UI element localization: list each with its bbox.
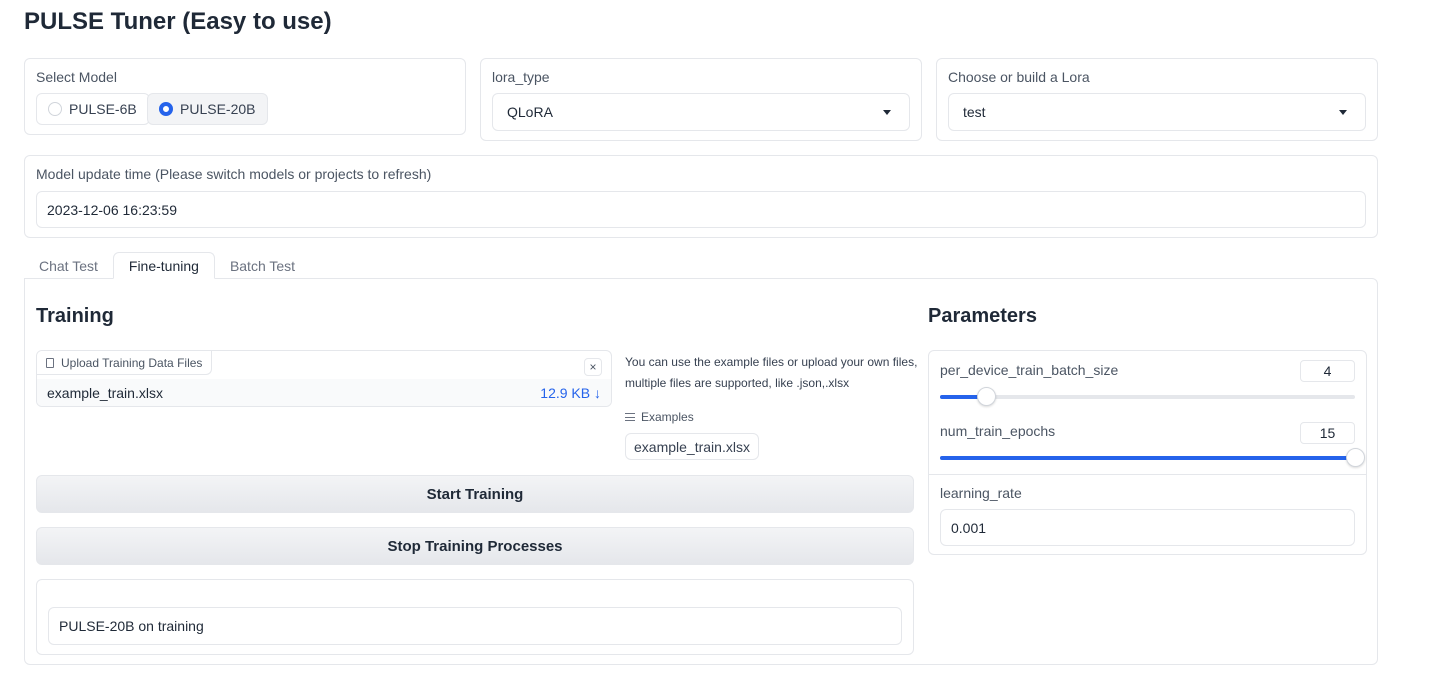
model-select-label: Select Model — [36, 69, 117, 85]
update-time-field[interactable]: 2023-12-06 16:23:59 — [36, 191, 1366, 228]
lora-choice-dropdown[interactable]: test — [948, 93, 1366, 131]
tab-chat-test[interactable]: Chat Test — [24, 252, 113, 279]
learning-rate-input[interactable]: 0.001 — [940, 509, 1355, 546]
learning-rate-label: learning_rate — [940, 485, 1022, 501]
radio-label: PULSE-20B — [180, 101, 256, 117]
epochs-label: num_train_epochs — [940, 423, 1056, 439]
tab-batch-test[interactable]: Batch Test — [215, 252, 310, 279]
caret-down-icon — [1339, 110, 1347, 115]
stop-training-button[interactable]: Stop Training Processes — [36, 527, 914, 565]
slider-fill — [940, 456, 1355, 460]
radio-label: PULSE-6B — [69, 101, 137, 117]
update-time-group: Model update time (Please switch models … — [24, 155, 1378, 238]
examples-label: Examples — [625, 410, 694, 424]
lora-type-value: QLoRA — [507, 104, 553, 120]
lora-type-dropdown[interactable]: QLoRA — [492, 93, 910, 131]
training-status-group: PULSE-20B on training — [36, 579, 914, 655]
lora-choice-label: Choose or build a Lora — [948, 69, 1090, 85]
radio-pulse-6b[interactable]: PULSE-6B — [36, 93, 150, 125]
uploaded-file-row: example_train.xlsx 12.9 KB ↓ — [37, 379, 611, 406]
upload-info-text: You can use the example files or upload … — [625, 355, 918, 390]
uploaded-file-size-download-link[interactable]: 12.9 KB ↓ — [540, 384, 601, 401]
training-status-field[interactable]: PULSE-20B on training — [48, 607, 902, 645]
fine-tuning-panel: Training Upload Training Data Files × ex… — [24, 278, 1378, 665]
caret-down-icon — [883, 110, 891, 115]
slider-thumb[interactable] — [1346, 448, 1365, 467]
epochs-input[interactable]: 15 — [1300, 422, 1355, 444]
file-icon — [46, 357, 54, 368]
parameters-group: per_device_train_batch_size 4 num_train_… — [928, 350, 1367, 555]
model-select-group: Select Model PULSE-6B PULSE-20B — [24, 58, 466, 135]
parameters-heading: Parameters — [928, 305, 1037, 327]
divider — [929, 474, 1366, 475]
batch-size-slider[interactable] — [940, 387, 1355, 406]
epochs-slider[interactable] — [940, 448, 1365, 467]
examples-label-text: Examples — [641, 410, 694, 424]
list-icon — [625, 413, 635, 421]
upload-label-text: Upload Training Data Files — [61, 355, 203, 370]
page-title: PULSE Tuner (Easy to use) — [24, 8, 332, 35]
tab-fine-tuning[interactable]: Fine-tuning — [112, 252, 215, 279]
lora-type-label: lora_type — [492, 69, 550, 85]
lora-type-group: lora_type QLoRA — [480, 58, 922, 141]
radio-circle-icon — [48, 102, 62, 116]
lora-choice-value: test — [963, 104, 986, 120]
start-training-button[interactable]: Start Training — [36, 475, 914, 513]
slider-thumb[interactable] — [976, 387, 996, 406]
upload-label: Upload Training Data Files — [37, 351, 213, 375]
update-time-label: Model update time (Please switch models … — [36, 166, 432, 182]
radio-checked-icon — [159, 102, 173, 116]
lora-choice-group: Choose or build a Lora test — [936, 58, 1378, 141]
radio-pulse-20b[interactable]: PULSE-20B — [147, 93, 269, 125]
tab-bar: Chat Test Fine-tuning Batch Test — [24, 252, 310, 279]
close-icon[interactable]: × — [584, 358, 602, 376]
example-file-chip[interactable]: example_train.xlsx — [625, 433, 759, 460]
batch-size-input[interactable]: 4 — [1300, 360, 1355, 382]
batch-size-label: per_device_train_batch_size — [940, 362, 1119, 378]
upload-training-files[interactable]: Upload Training Data Files × example_tra… — [36, 350, 612, 407]
uploaded-file-name: example_train.xlsx — [47, 384, 163, 401]
training-heading: Training — [36, 305, 114, 327]
